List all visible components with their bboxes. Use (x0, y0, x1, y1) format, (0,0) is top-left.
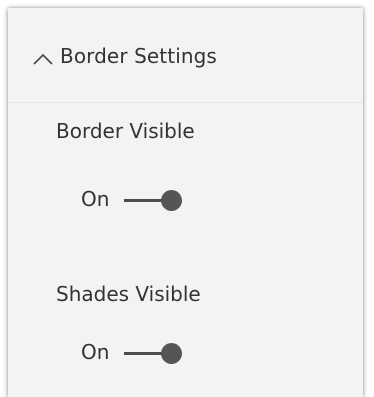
settings-panel: Border Settings Border Visible On Shades… (8, 8, 363, 397)
toggle-state-label: On (81, 187, 110, 211)
chevron-up-icon (33, 53, 53, 65)
toggle-knob[interactable] (161, 343, 182, 364)
shades-visible-label: Shades Visible (56, 282, 201, 306)
toggle-knob[interactable] (161, 190, 182, 211)
border-visible-label: Border Visible (56, 119, 195, 143)
border-settings-header[interactable]: Border Settings (8, 8, 363, 102)
header-divider (8, 102, 363, 103)
shades-visible-toggle[interactable]: On (81, 338, 211, 368)
border-visible-toggle[interactable]: On (81, 185, 211, 215)
section-title: Border Settings (60, 44, 217, 68)
toggle-state-label: On (81, 340, 110, 364)
